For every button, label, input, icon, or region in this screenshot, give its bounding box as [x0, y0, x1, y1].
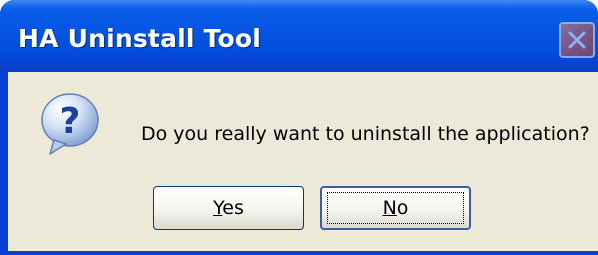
dialog-body: ? Do you really want to uninstall the ap… [8, 72, 598, 255]
svg-text:?: ? [60, 101, 81, 142]
window-title: HA Uninstall Tool [18, 24, 262, 53]
window-frame-bottom [8, 251, 598, 255]
yes-button-label: es [222, 197, 244, 219]
title-bar[interactable]: HA Uninstall Tool [0, 0, 598, 72]
dialog-window: HA Uninstall Tool ? Do you really want t… [0, 0, 598, 255]
yes-button[interactable]: Yes [153, 186, 304, 230]
no-button[interactable]: No [320, 186, 471, 230]
focus-rectangle [327, 192, 464, 224]
close-button[interactable] [559, 22, 595, 58]
yes-button-mnemonic: Y [213, 197, 223, 219]
dialog-message: Do you really want to uninstall the appl… [141, 123, 590, 145]
close-icon [568, 31, 586, 49]
question-icon: ? [41, 93, 99, 155]
